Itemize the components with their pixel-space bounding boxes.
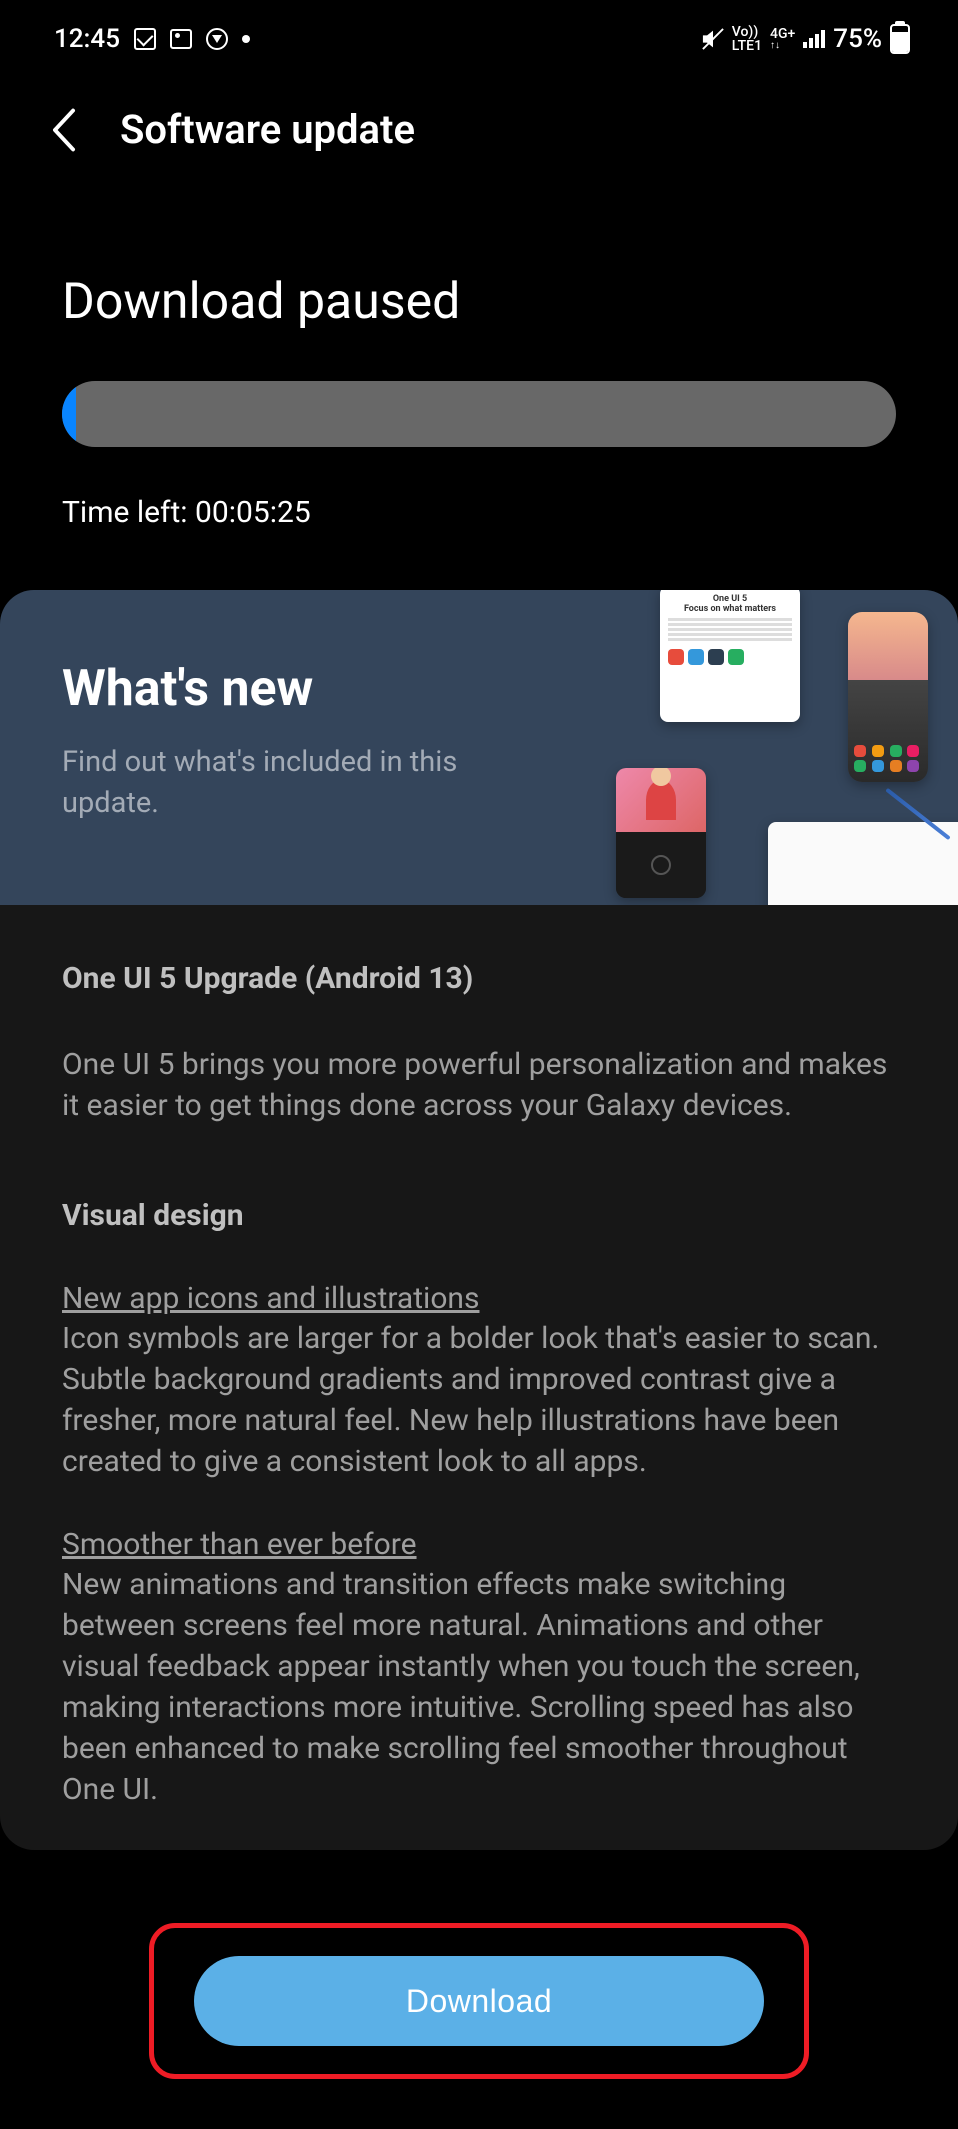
release-notes[interactable]: One UI 5 Upgrade (Android 13) One UI 5 b…	[0, 905, 958, 1850]
page-title: Software update	[120, 106, 415, 153]
preview-tablet-icon: One UI 5 Focus on what matters	[660, 590, 800, 722]
preview-tablet-stylus-icon	[768, 822, 958, 905]
signal-icon	[803, 30, 825, 48]
preview-flip-icon	[616, 768, 706, 898]
download-status-heading: Download paused	[62, 273, 896, 331]
item-icons-body: Icon symbols are larger for a bolder loo…	[62, 1318, 896, 1482]
item-smoother-body: New animations and transition effects ma…	[62, 1564, 896, 1811]
preview-phone-icon	[848, 612, 928, 782]
upgrade-body: One UI 5 brings you more powerful person…	[62, 1044, 896, 1126]
download-status-section: Download paused Time left: 00:05:25	[0, 173, 958, 550]
more-dot-icon	[242, 35, 250, 43]
time-left-label: Time left: 00:05:25	[62, 495, 896, 530]
image-icon	[170, 29, 192, 49]
upgrade-title: One UI 5 Upgrade (Android 13)	[62, 961, 896, 996]
progress-bar[interactable]	[62, 381, 896, 447]
status-right: Vo)) LTE1 4G+ ↑↓ 75%	[702, 24, 910, 54]
whats-new-card[interactable]: What's new Find out what's included in t…	[0, 590, 958, 905]
button-container: Download	[0, 1923, 958, 2079]
status-left: 12:45	[54, 24, 250, 54]
device-previews: One UI 5 Focus on what matters	[598, 590, 958, 905]
status-time: 12:45	[54, 24, 120, 54]
status-bar: 12:45 Vo)) LTE1 4G+ ↑↓ 75%	[0, 0, 958, 64]
mute-icon	[702, 28, 724, 50]
app-circle-icon	[206, 28, 228, 50]
progress-fill	[62, 381, 76, 447]
item-icons-title: New app icons and illustrations	[62, 1281, 896, 1316]
page-header: Software update	[0, 64, 958, 173]
checkbox-icon	[134, 28, 156, 50]
item-smoother-title: Smoother than ever before	[62, 1527, 896, 1562]
network-gen-label: 4G+ ↑↓	[770, 27, 795, 51]
annotation-highlight: Download	[149, 1923, 809, 2079]
volte-icon: Vo)) LTE1	[732, 25, 762, 53]
download-button[interactable]: Download	[194, 1956, 764, 2046]
battery-percent: 75%	[833, 24, 882, 54]
battery-icon	[890, 24, 910, 54]
section-visual-design-title: Visual design	[62, 1198, 896, 1233]
back-button[interactable]	[48, 114, 80, 146]
whats-new-subtitle: Find out what's included in this update.	[62, 742, 502, 823]
